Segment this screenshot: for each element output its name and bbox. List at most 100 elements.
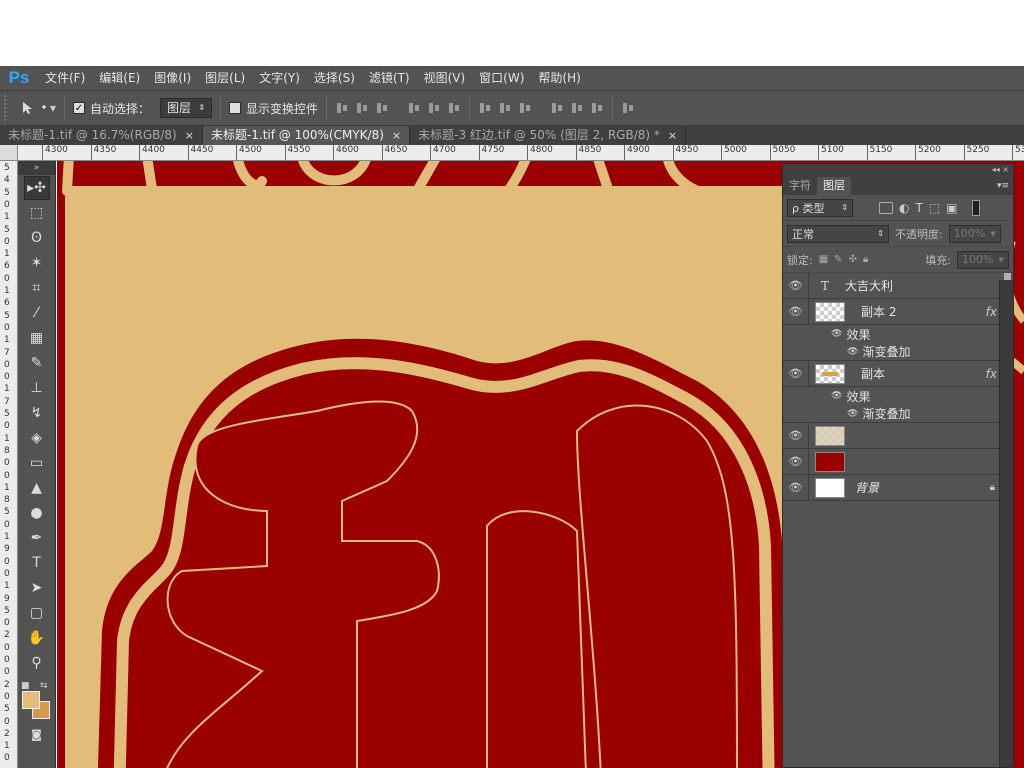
eye-icon[interactable]: 👁︎ [783, 448, 809, 475]
ruler-corner[interactable] [0, 145, 18, 161]
eye-icon[interactable]: 👁︎ [847, 347, 858, 357]
eyedropper-tool-icon[interactable]: ⁄ [24, 301, 50, 325]
default-colors-icon[interactable]: ■ [21, 681, 30, 691]
menu-help[interactable]: 帮助(H) [531, 66, 587, 90]
pen-tool-icon[interactable]: ✒ [24, 526, 50, 550]
close-icon[interactable]: × [392, 126, 401, 145]
quick-mask-icon[interactable]: ◙ [24, 722, 50, 746]
tool-preset-picker[interactable]: ▼ [20, 100, 56, 116]
stamp-tool-icon[interactable]: ⊥ [24, 376, 50, 400]
gradient-tool-icon[interactable]: ▭ [24, 451, 50, 475]
fx-icon[interactable]: fx [986, 305, 997, 319]
align-top-icon[interactable] [335, 101, 349, 115]
type-filter-icon[interactable]: T [915, 201, 922, 215]
adjust-filter-icon[interactable]: ◐ [899, 201, 909, 215]
layer-row[interactable]: 👁︎ 副本 2 fx [783, 298, 1013, 325]
type-tool-icon[interactable]: T [24, 551, 50, 575]
distribute-left-icon[interactable] [550, 101, 564, 115]
fx-icon[interactable]: fx [986, 367, 997, 381]
horizontal-ruler[interactable]: 4300 4350 4400 4450 4500 4550 4600 4650 4700 4750… [18, 145, 1024, 161]
align-hcenter-icon[interactable] [427, 101, 441, 115]
eye-icon[interactable]: 👁︎ [783, 360, 809, 387]
align-right-icon[interactable] [447, 101, 461, 115]
close-icon[interactable]: × [185, 126, 194, 145]
eye-icon[interactable]: 👁︎ [783, 474, 809, 501]
align-left-icon[interactable] [407, 101, 421, 115]
menu-layer[interactable]: 图层(L) [198, 66, 252, 90]
lasso-tool-icon[interactable]: ʘ [24, 226, 50, 250]
image-filter-icon[interactable] [879, 201, 893, 214]
dodge-tool-icon[interactable]: ● [24, 501, 50, 525]
tab-character[interactable]: 字符 [783, 177, 817, 195]
distribute-vcenter-icon[interactable] [498, 101, 512, 115]
effect-row[interactable]: 👁︎ 渐变叠加 [783, 343, 1013, 361]
smart-filter-icon[interactable]: ▣ [946, 201, 957, 215]
tab-layers[interactable]: 图层 [817, 177, 851, 195]
magic-wand-tool-icon[interactable]: ✶ [24, 251, 50, 275]
doc-tab-1[interactable]: 未标题-1.tif @ 16.7%(RGB/8) × [0, 126, 203, 145]
align-vcenter-icon[interactable] [355, 101, 369, 115]
menu-view[interactable]: 视图(V) [417, 66, 473, 90]
foreground-color[interactable] [22, 691, 40, 709]
filter-toggle[interactable] [971, 199, 980, 216]
distribute-bottom-icon[interactable] [518, 101, 532, 115]
auto-select-checkbox[interactable]: ✓ [73, 102, 85, 114]
effects-row[interactable]: 👁︎ 效果 [783, 325, 1013, 343]
fill-field[interactable]: 100% ▼ [957, 250, 1009, 269]
eye-icon[interactable]: 👁︎ [831, 329, 842, 339]
menu-window[interactable]: 窗口(W) [472, 66, 531, 90]
eye-icon[interactable]: 👁︎ [783, 298, 809, 325]
options-grip[interactable] [4, 95, 12, 121]
lock-all-icon[interactable]: 🔒︎ [863, 254, 868, 265]
auto-select-target-dropdown[interactable]: 图层 ⇕ [160, 98, 213, 118]
lock-transparent-icon[interactable]: ▦ [819, 254, 828, 265]
eye-icon[interactable]: 👁︎ [847, 409, 858, 419]
menu-file[interactable]: 文件(F) [38, 66, 92, 90]
shape-filter-icon[interactable]: ⬚ [929, 201, 940, 215]
brush-tool-icon[interactable]: ✎ [24, 351, 50, 375]
crop-tool-icon[interactable]: ⌗ [24, 276, 50, 300]
menu-edit[interactable]: 编辑(E) [92, 66, 147, 90]
move-tool-icon[interactable]: ▸✣ [23, 176, 50, 200]
layer-row[interactable]: 👁︎ [783, 422, 1013, 449]
history-brush-tool-icon[interactable]: ↯ [24, 401, 50, 425]
healing-brush-tool-icon[interactable]: ▦ [24, 326, 50, 350]
effects-row[interactable]: 👁︎ 效果 [783, 387, 1013, 405]
hand-tool-icon[interactable]: ✋ [24, 626, 50, 650]
path-select-tool-icon[interactable]: ➤ [24, 576, 50, 600]
menu-type[interactable]: 文字(Y) [252, 66, 307, 90]
layer-row[interactable]: 👁︎ 背景 🔒︎ [783, 474, 1013, 501]
panel-menu-icon[interactable]: ▾≡ [997, 177, 1013, 195]
layer-row[interactable]: 👁︎ [783, 448, 1013, 475]
effect-row[interactable]: 👁︎ 渐变叠加 [783, 405, 1013, 423]
doc-tab-2[interactable]: 未标题-1.tif @ 100%(CMYK/8) × [202, 126, 411, 145]
menu-filter[interactable]: 滤镜(T) [362, 66, 417, 90]
eraser-tool-icon[interactable]: ◈ [24, 426, 50, 450]
blur-tool-icon[interactable]: ▲ [24, 476, 50, 500]
toolbox-collapse[interactable]: » [18, 161, 55, 175]
panel-scrollbar[interactable] [999, 280, 1013, 767]
swap-colors-icon[interactable]: ⇆ [40, 681, 48, 691]
close-icon[interactable]: × [668, 126, 677, 145]
show-transform-checkbox[interactable] [229, 102, 242, 114]
shape-tool-icon[interactable]: ▢ [24, 601, 50, 625]
blend-mode-dropdown[interactable]: 正常 ⇕ [787, 224, 889, 243]
layer-row[interactable]: 👁︎ 副本 fx [783, 360, 1013, 387]
eye-icon[interactable]: 👁︎ [783, 272, 809, 299]
marquee-tool-icon[interactable]: ⬚ [24, 201, 50, 225]
layer-row[interactable]: 👁︎ T 大吉大利 [783, 272, 1013, 299]
distribute-hcenter-icon[interactable] [570, 101, 584, 115]
menu-image[interactable]: 图像(I) [147, 66, 198, 90]
lock-pixels-icon[interactable]: ✎ [834, 254, 842, 265]
eye-icon[interactable]: 👁︎ [831, 391, 842, 401]
opacity-field[interactable]: 100% ▼ [948, 224, 1001, 243]
lock-position-icon[interactable]: ✣ [849, 254, 857, 265]
align-bottom-icon[interactable] [375, 101, 389, 115]
eye-icon[interactable]: 👁︎ [783, 422, 809, 449]
panel-topbar[interactable]: ◂◂ × [783, 164, 1013, 175]
menu-select[interactable]: 选择(S) [307, 66, 362, 90]
doc-tab-3[interactable]: 未标题-3 红边.tif @ 50% (图层 2, RGB/8) * × [410, 126, 687, 145]
distribute-top-icon[interactable] [478, 101, 492, 115]
vertical-ruler[interactable]: 5450150160165017001750180018501900195020… [0, 161, 18, 768]
filter-type-dropdown[interactable]: ρ 类型 ⇕ [787, 198, 853, 217]
